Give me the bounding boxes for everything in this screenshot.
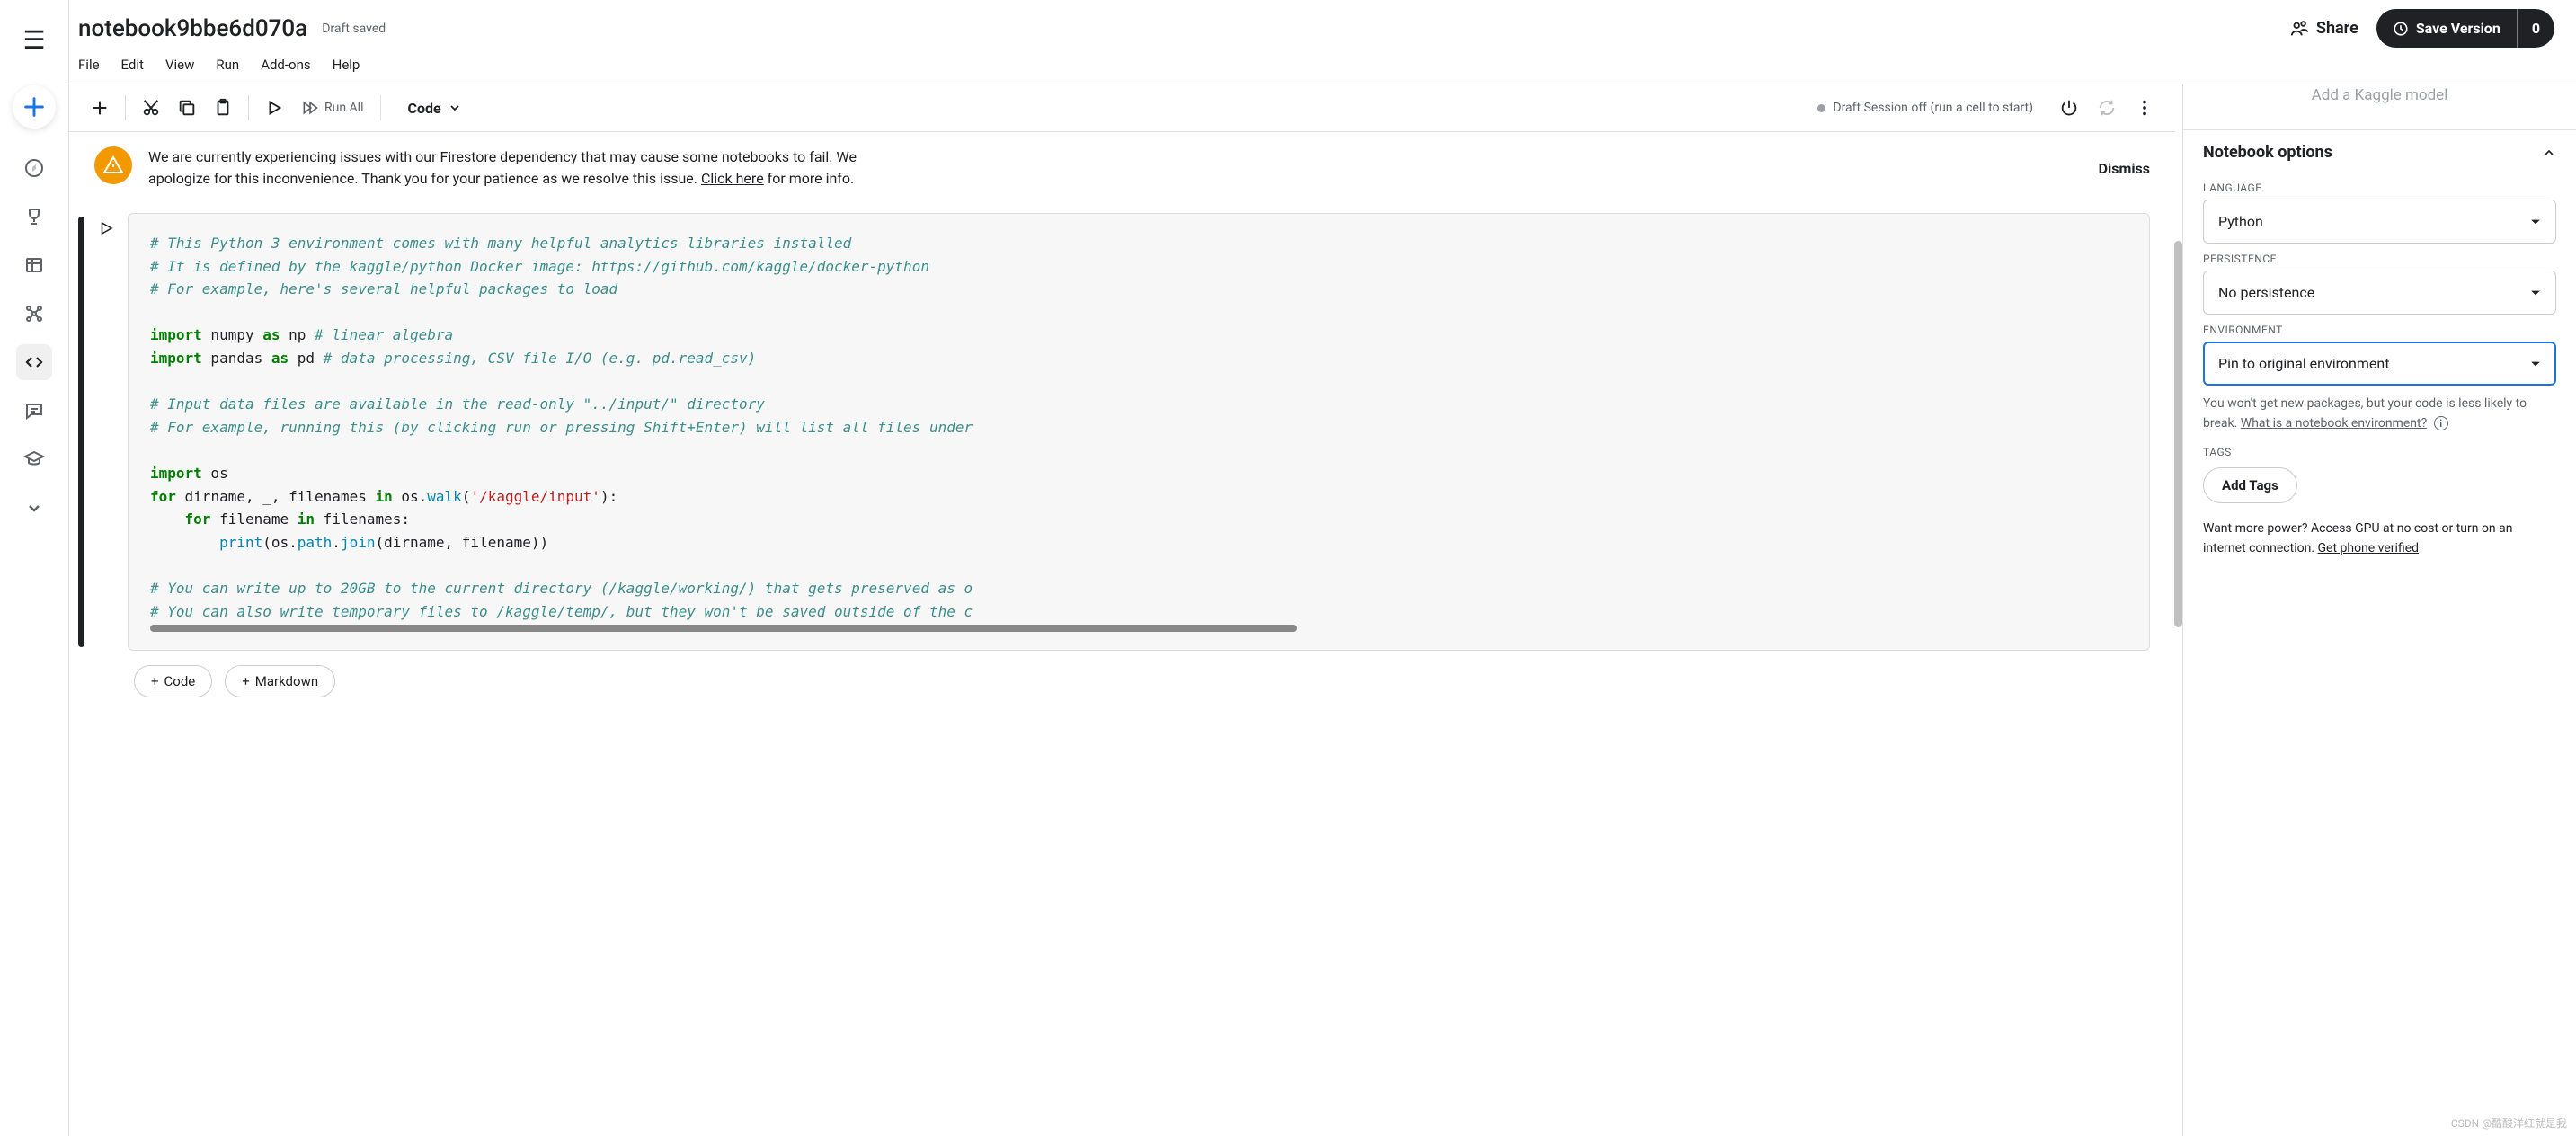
save-version-button[interactable]: Save Version 0	[2376, 9, 2554, 48]
share-button[interactable]: Share	[2289, 19, 2358, 39]
nav-discussions-icon[interactable]	[16, 393, 52, 429]
paste-icon[interactable]	[207, 92, 239, 124]
environment-help-text: You won't get new packages, but your cod…	[2203, 395, 2556, 433]
code-cell[interactable]: # This Python 3 environment comes with m…	[128, 213, 2150, 651]
phone-verify-link[interactable]: Get phone verified	[2317, 541, 2419, 555]
warning-banner: We are currently experiencing issues wit…	[69, 132, 2175, 204]
draft-status: Draft saved	[322, 22, 386, 36]
session-status: Draft Session off (run a cell to start)	[1817, 101, 2033, 115]
warning-icon	[94, 146, 132, 184]
caret-down-icon	[2530, 359, 2541, 369]
menu-view[interactable]: View	[165, 57, 194, 73]
environment-label: ENVIRONMENT	[2203, 324, 2556, 336]
add-button[interactable]	[13, 85, 56, 129]
menu-bar: File Edit View Run Add-ons Help	[69, 51, 2576, 84]
menu-run[interactable]: Run	[216, 57, 239, 73]
nav-expand-icon[interactable]	[16, 490, 52, 526]
sync-icon[interactable]	[2091, 92, 2123, 124]
add-code-cell-button[interactable]: + Code	[134, 665, 212, 697]
nav-code-icon[interactable]	[16, 344, 52, 380]
copy-icon[interactable]	[171, 92, 203, 124]
tags-label: TAGS	[2203, 446, 2556, 458]
add-tags-button[interactable]: Add Tags	[2203, 467, 2297, 503]
nav-competitions-icon[interactable]	[16, 199, 52, 235]
menu-addons[interactable]: Add-ons	[261, 57, 310, 73]
hamburger-icon[interactable]: ☰	[15, 18, 52, 62]
nav-explore-icon[interactable]	[16, 150, 52, 186]
environment-select[interactable]: Pin to original environment	[2203, 342, 2556, 386]
cell-run-icon[interactable]	[88, 213, 124, 651]
menu-file[interactable]: File	[78, 57, 100, 73]
watermark: CSDN @酷酸洋红就是我	[2451, 1115, 2567, 1131]
info-icon[interactable]: i	[2434, 416, 2448, 430]
language-select[interactable]: Python	[2203, 200, 2556, 244]
menu-edit[interactable]: Edit	[121, 57, 144, 73]
notebook-options-header[interactable]: Notebook options	[2203, 130, 2556, 174]
chevron-up-icon	[2542, 146, 2556, 160]
nav-models-icon[interactable]	[16, 296, 52, 332]
vertical-scrollbar[interactable]	[2174, 241, 2182, 627]
version-count[interactable]: 0	[2517, 9, 2554, 48]
language-label: LANGUAGE	[2203, 182, 2556, 194]
more-icon[interactable]	[2128, 92, 2161, 124]
run-cell-icon[interactable]	[258, 92, 290, 124]
add-markdown-cell-button[interactable]: + Markdown	[225, 665, 335, 697]
status-dot-icon	[1817, 104, 1825, 112]
nav-datasets-icon[interactable]	[16, 247, 52, 283]
nav-learn-icon[interactable]	[16, 441, 52, 477]
caret-down-icon	[2530, 217, 2541, 227]
dismiss-button[interactable]: Dismiss	[2099, 160, 2150, 177]
cell-type-dropdown[interactable]: Code	[399, 100, 468, 117]
cell-selected-indicator	[78, 217, 84, 647]
persistence-select[interactable]: No persistence	[2203, 271, 2556, 315]
add-model-link[interactable]: Add a Kaggle model	[2203, 84, 2556, 129]
env-help-link[interactable]: What is a notebook environment?	[2241, 416, 2427, 430]
alert-link[interactable]: Click here	[701, 170, 764, 187]
insert-cell-icon[interactable]	[84, 92, 116, 124]
persistence-label: PERSISTENCE	[2203, 253, 2556, 265]
notebook-title[interactable]: notebook9bbe6d070a	[78, 15, 307, 42]
horizontal-scrollbar[interactable]	[150, 625, 1297, 632]
power-text: Want more power? Access GPU at no cost o…	[2203, 519, 2556, 558]
cut-icon[interactable]	[135, 92, 167, 124]
menu-help[interactable]: Help	[333, 57, 360, 73]
run-all-button[interactable]: Run All	[294, 99, 371, 117]
caret-down-icon	[2530, 288, 2541, 298]
power-icon[interactable]	[2053, 92, 2085, 124]
